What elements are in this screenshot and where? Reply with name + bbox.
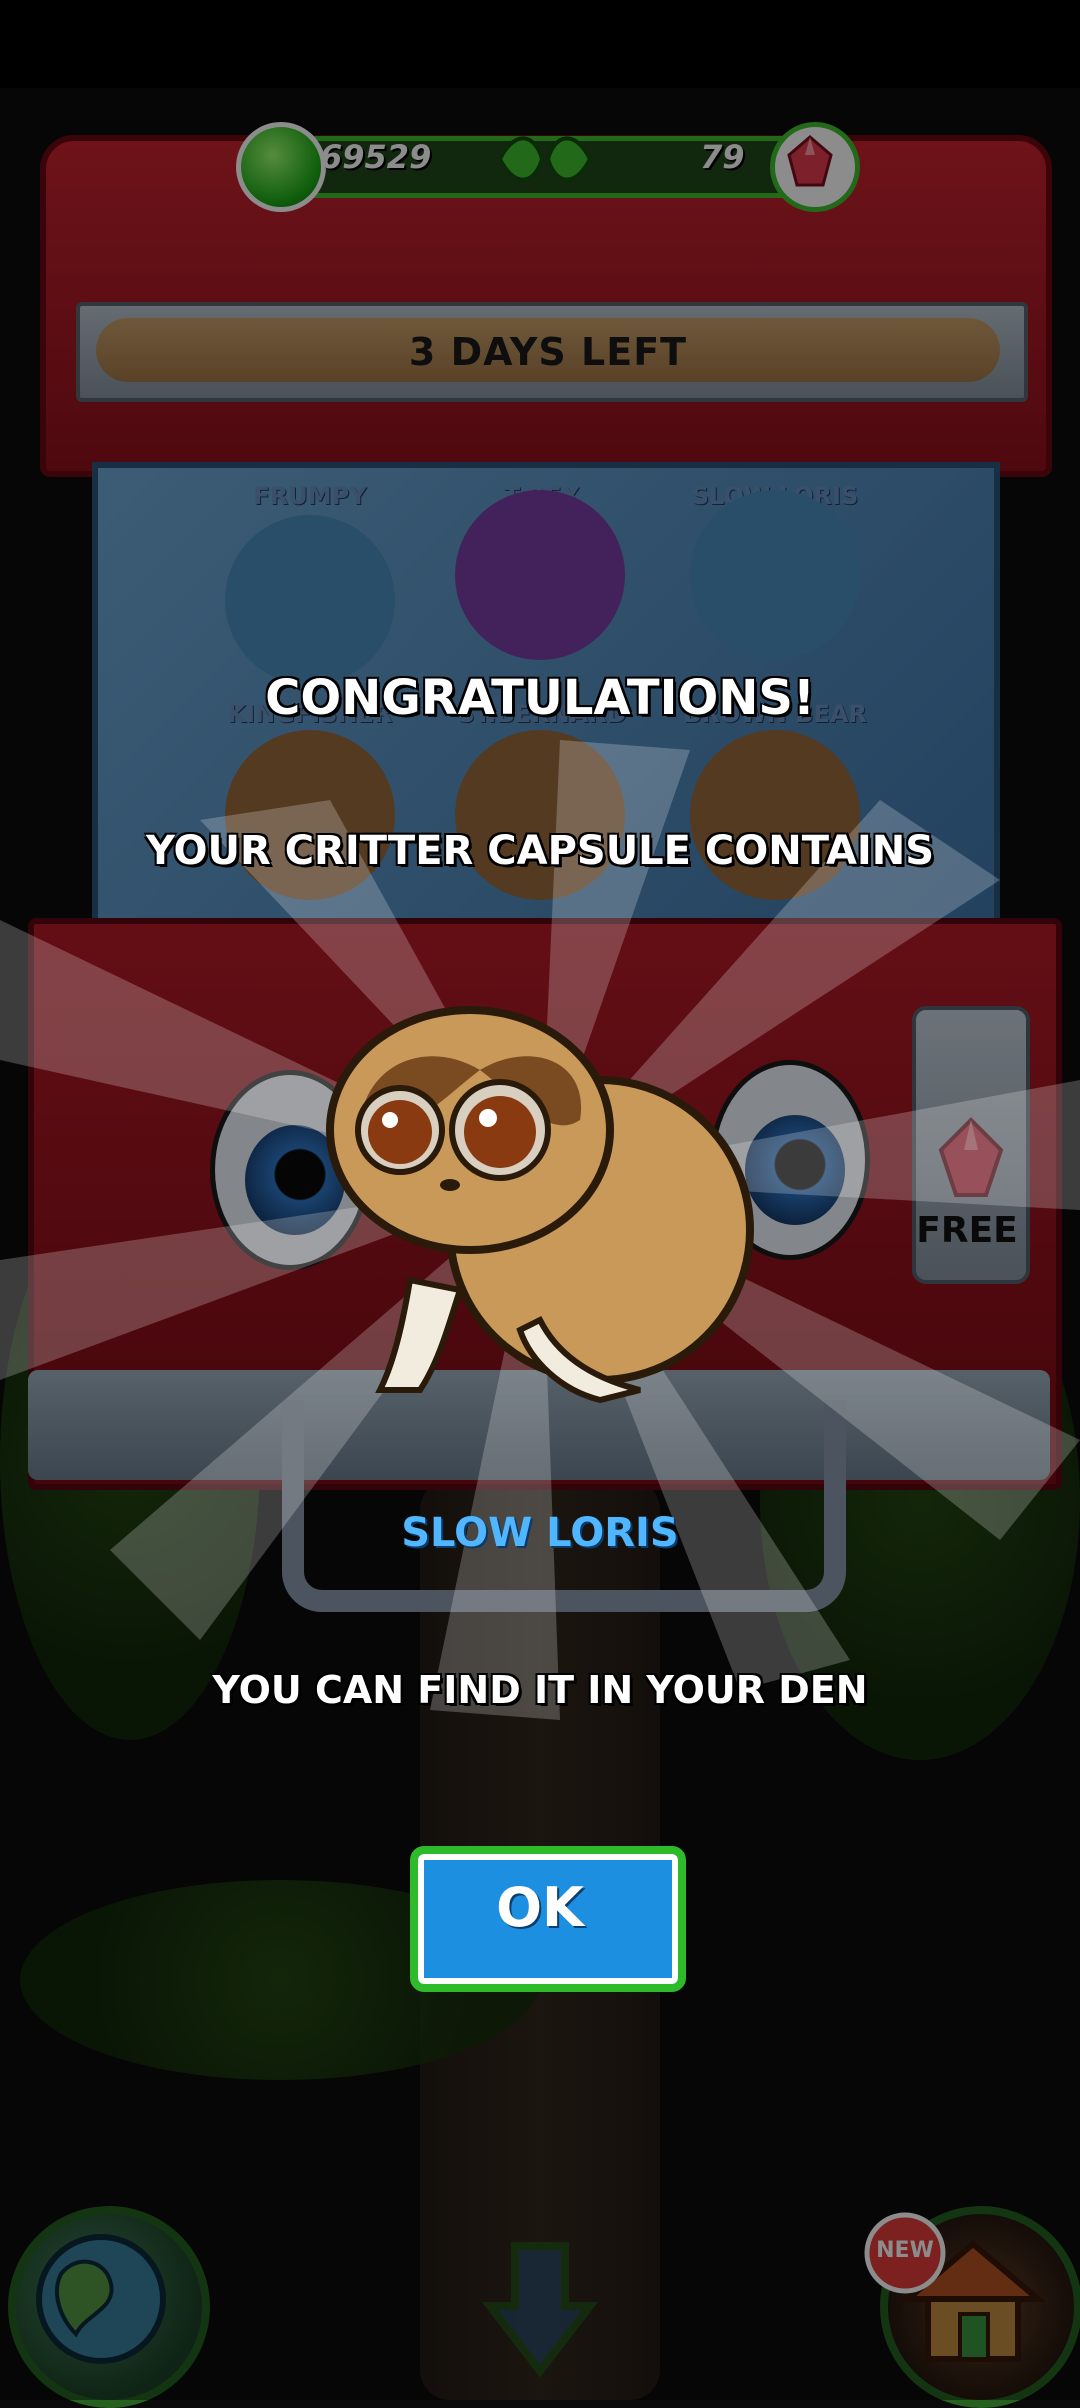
popup-title: CONGRATULATIONS! (265, 670, 815, 726)
ok-button-label[interactable]: OK (410, 1876, 670, 1939)
critter-name: SLOW LORIS (401, 1510, 679, 1556)
popup-message: YOU CAN FIND IT IN YOUR DEN (212, 1668, 868, 1712)
status-bar (0, 0, 1080, 88)
popup-subtitle: YOUR CRITTER CAPSULE CONTAINS (145, 828, 935, 874)
slow-loris-critter-image (326, 1006, 754, 1404)
